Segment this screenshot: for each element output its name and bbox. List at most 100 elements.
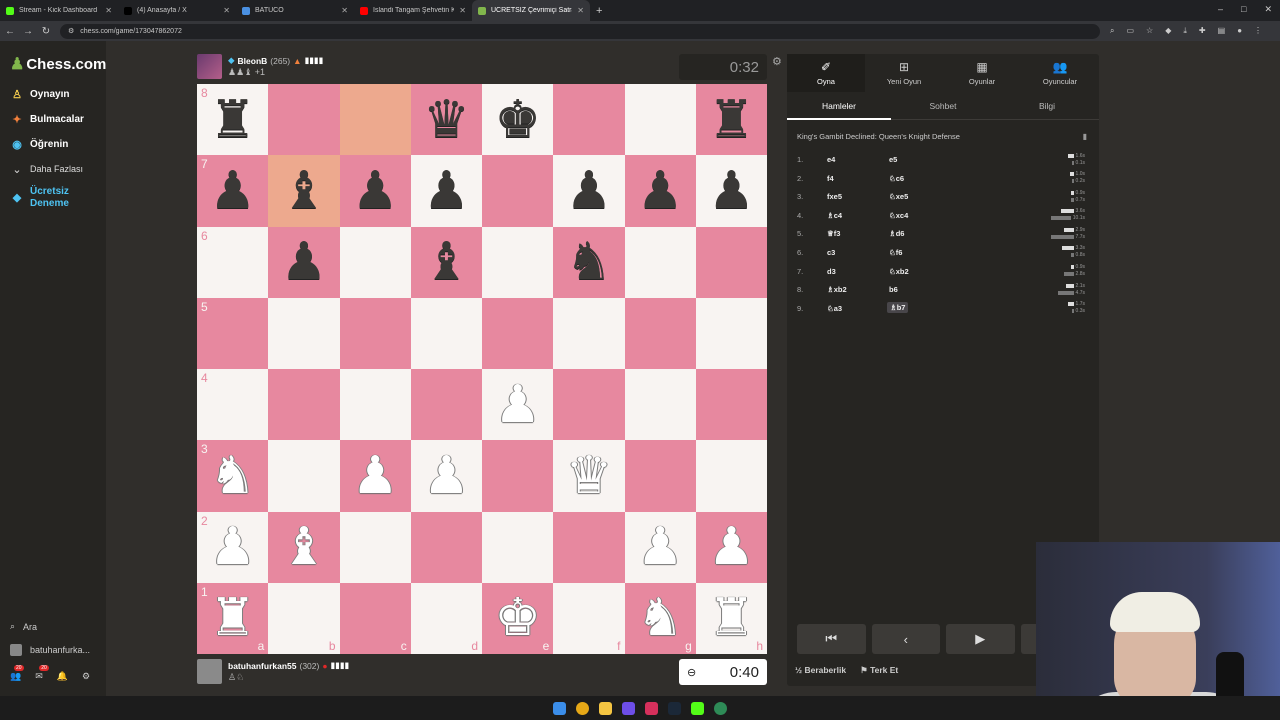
square-f3[interactable]: ♛ <box>553 440 625 512</box>
black-pawn-piece[interactable]: ♟ <box>209 165 256 217</box>
square-h2[interactable]: ♟ <box>695 511 767 583</box>
forward-icon[interactable]: → <box>20 26 36 37</box>
square-e5[interactable] <box>482 297 554 369</box>
square-g7[interactable]: ♟ <box>624 155 696 227</box>
menu-icon[interactable]: ⋮ <box>1254 26 1262 36</box>
square-c7[interactable]: ♟ <box>339 155 411 227</box>
friends-icon[interactable]: 👥 20 <box>10 665 24 682</box>
tab-players[interactable]: 👥 Oyuncular <box>1021 54 1099 92</box>
white-rook-piece[interactable]: ♜ <box>708 592 755 644</box>
square-h6[interactable] <box>695 226 767 298</box>
sidebar-item-learn[interactable]: ◉ Öğrenin <box>0 137 106 151</box>
square-f4[interactable] <box>553 369 625 441</box>
square-e6[interactable] <box>482 226 554 298</box>
panel-icon[interactable]: ▤ <box>1218 26 1226 36</box>
square-b3[interactable] <box>268 440 340 512</box>
subtab-info[interactable]: Bilgi <box>995 92 1099 119</box>
white-knight-piece[interactable]: ♞ <box>637 592 684 644</box>
play-button[interactable]: ▶ <box>946 624 1015 654</box>
black-rook-piece[interactable]: ♜ <box>209 94 256 146</box>
square-c5[interactable] <box>339 297 411 369</box>
sidebar-user[interactable]: batuhanfurka... <box>10 644 90 656</box>
black-move[interactable]: ♘xc4 <box>889 211 908 220</box>
white-queen-piece[interactable]: ♛ <box>566 450 613 502</box>
app-icon[interactable] <box>714 701 727 715</box>
square-b2[interactable]: ♝ <box>268 511 340 583</box>
browser-tab[interactable]: (4) Anasayfa / X ✕ <box>118 0 236 21</box>
close-tab-icon[interactable]: ✕ <box>105 6 112 15</box>
square-f2[interactable] <box>553 511 625 583</box>
app-icon[interactable] <box>622 701 635 715</box>
square-a2[interactable]: 2 ♟ <box>197 511 269 583</box>
black-pawn-piece[interactable]: ♟ <box>281 236 328 288</box>
minimize-icon[interactable]: – <box>1218 4 1223 15</box>
player-name[interactable]: batuhanfurkan55 <box>228 661 297 671</box>
browser-tab[interactable]: Stream - Kick Dashboard ✕ <box>0 0 118 21</box>
square-d3[interactable]: ♟ <box>410 440 482 512</box>
browser-tab[interactable]: ÜCRETSİZ Çevrimiçi Satranç ✕ <box>472 0 590 21</box>
reload-icon[interactable]: ↻ <box>38 26 54 37</box>
white-move[interactable]: c3 <box>827 248 835 257</box>
square-h3[interactable] <box>695 440 767 512</box>
square-d5[interactable] <box>410 297 482 369</box>
square-g4[interactable] <box>624 369 696 441</box>
white-move[interactable]: ♗xb2 <box>827 285 847 294</box>
sidebar-item-puzzles[interactable]: ✦ Bulmacalar <box>0 112 106 126</box>
settings-gear-icon[interactable]: ⚙ <box>82 671 90 682</box>
opening-name[interactable]: King's Gambit Declined: Queen's Knight D… <box>797 132 960 141</box>
subtab-moves[interactable]: Hamleler <box>787 92 891 120</box>
board-settings-gear-icon[interactable]: ⚙ <box>772 55 782 68</box>
square-c1[interactable]: c <box>339 582 411 654</box>
sidebar-item-play[interactable]: ♙ Oynayın <box>0 87 106 101</box>
url-field[interactable]: ⚙ chess.com/game/173047862072 <box>60 23 1100 39</box>
white-pawn-piece[interactable]: ♟ <box>352 450 399 502</box>
black-knight-piece[interactable]: ♞ <box>566 236 613 288</box>
mail-icon[interactable]: ✉ 20 <box>35 665 49 682</box>
square-b1[interactable]: b <box>268 582 340 654</box>
square-d8[interactable]: ♛ <box>410 84 482 156</box>
close-tab-icon[interactable]: ✕ <box>459 6 466 15</box>
black-pawn-piece[interactable]: ♟ <box>352 165 399 217</box>
white-move[interactable]: ♕f3 <box>827 229 840 238</box>
black-pawn-piece[interactable]: ♟ <box>566 165 613 217</box>
square-g3[interactable] <box>624 440 696 512</box>
black-queen-piece[interactable]: ♛ <box>423 94 470 146</box>
black-move[interactable]: ♗b7 <box>887 301 909 313</box>
black-move[interactable]: ♘f6 <box>889 248 902 257</box>
square-f8[interactable] <box>553 84 625 156</box>
first-move-button[interactable]: ⏮ <box>797 624 866 654</box>
white-move[interactable]: ♗c4 <box>827 211 842 220</box>
black-rook-piece[interactable]: ♜ <box>708 94 755 146</box>
square-e8[interactable]: ♚ <box>482 84 554 156</box>
square-a4[interactable]: 4 <box>197 369 269 441</box>
square-h1[interactable]: h ♜ <box>695 582 767 654</box>
square-e1[interactable]: e ♚ <box>482 582 554 654</box>
close-tab-icon[interactable]: ✕ <box>223 6 230 15</box>
white-pawn-piece[interactable]: ♟ <box>637 521 684 573</box>
square-d1[interactable]: d <box>410 582 482 654</box>
black-move[interactable]: ♗d6 <box>889 229 904 238</box>
opponent-avatar[interactable] <box>197 54 222 79</box>
white-rook-piece[interactable]: ♜ <box>209 592 256 644</box>
square-b6[interactable]: ♟ <box>268 226 340 298</box>
square-d4[interactable] <box>410 369 482 441</box>
square-f1[interactable]: f <box>553 582 625 654</box>
square-a7[interactable]: 7 ♟ <box>197 155 269 227</box>
square-c3[interactable]: ♟ <box>339 440 411 512</box>
square-g6[interactable] <box>624 226 696 298</box>
black-bishop-piece[interactable]: ♝ <box>281 165 328 217</box>
steam-icon[interactable] <box>668 701 681 715</box>
zoom-icon[interactable]: ⌕ <box>1110 26 1114 36</box>
sidebar-search[interactable]: ⌕ Ara <box>10 621 37 632</box>
close-tab-icon[interactable]: ✕ <box>341 6 348 15</box>
sidebar-item-free-trial[interactable]: ◆ Ücretsiz Deneme <box>0 186 106 210</box>
white-pawn-piece[interactable]: ♟ <box>209 521 256 573</box>
square-g2[interactable]: ♟ <box>624 511 696 583</box>
kick-icon[interactable] <box>691 701 704 715</box>
square-c6[interactable] <box>339 226 411 298</box>
opponent-name[interactable]: BleonB <box>238 56 268 66</box>
back-icon[interactable]: ← <box>2 26 18 37</box>
square-g1[interactable]: g ♞ <box>624 582 696 654</box>
square-a3[interactable]: 3 ♞ <box>197 440 269 512</box>
square-b8[interactable] <box>268 84 340 156</box>
